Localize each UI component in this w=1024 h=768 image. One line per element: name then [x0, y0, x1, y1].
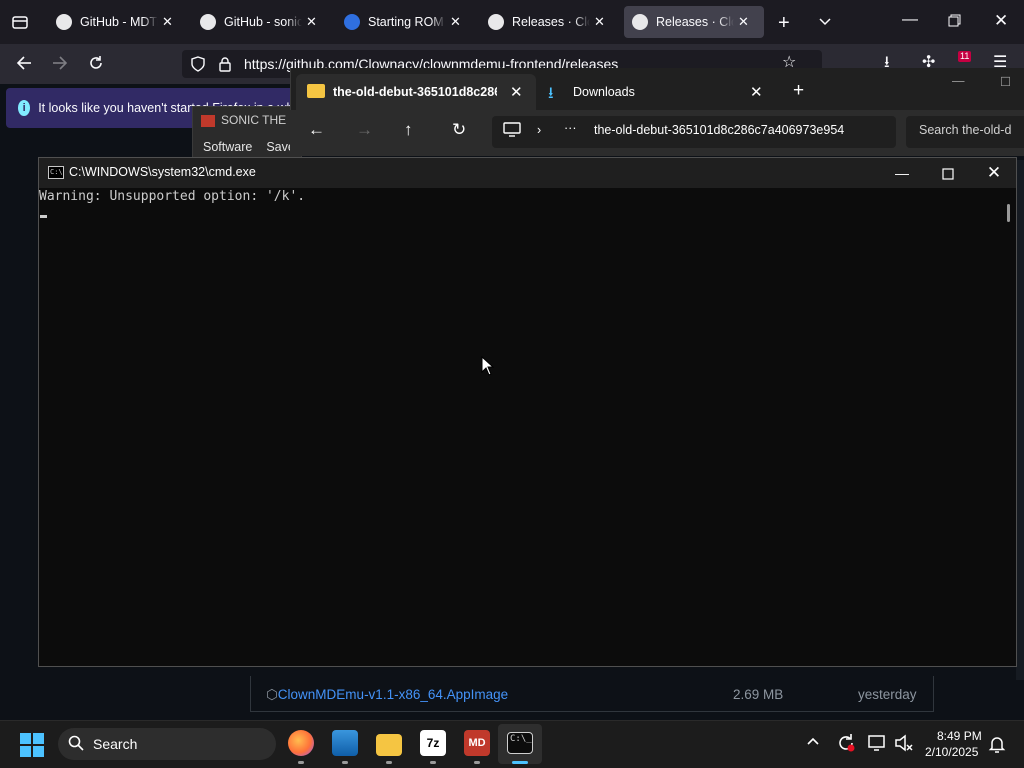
emulator-logo-icon: [201, 114, 215, 127]
mouse-pointer-icon: [481, 355, 495, 376]
console-output: Warning: Unsupported option: '/k'.: [39, 189, 306, 204]
photos-icon[interactable]: [332, 730, 358, 756]
explorer-address-text[interactable]: the-old-debut-365101d8c286c7a406973e954: [594, 123, 870, 137]
notification-bell-icon[interactable]: [988, 735, 1006, 756]
running-indicator: [430, 761, 436, 764]
explorer-search-placeholder[interactable]: Search the-old-d: [919, 123, 1011, 137]
volume-muted-icon[interactable]: [894, 734, 914, 755]
cmd-scrollbar[interactable]: [1002, 188, 1016, 666]
github-icon: [56, 14, 72, 30]
emulator-title-text: SONIC THE H: [221, 113, 299, 127]
close-icon[interactable]: ✕: [594, 14, 605, 30]
close-window-icon[interactable]: ✕: [994, 12, 1008, 29]
package-icon: ⬡: [266, 687, 278, 702]
download-icon: ⭳: [548, 85, 554, 102]
active-indicator: [512, 761, 528, 764]
reload-icon[interactable]: [88, 55, 104, 75]
maximize-icon[interactable]: ☐: [1000, 74, 1011, 89]
scrollbar-thumb[interactable]: [1007, 204, 1010, 222]
minimize-icon[interactable]: —: [952, 74, 965, 88]
firefox-tab-active[interactable]: Releases · Clowr ✕: [624, 6, 764, 38]
lock-icon[interactable]: [218, 56, 232, 76]
close-icon[interactable]: ✕: [306, 14, 317, 30]
sync-icon[interactable]: [836, 733, 856, 756]
asset-link[interactable]: ⬡ClownMDEmu-v1.1-x86_64.AppImage: [266, 687, 508, 703]
tab-label: GitHub - sonicre: [224, 15, 302, 29]
emulator-title: SONIC THE H: [201, 113, 298, 127]
new-tab-icon[interactable]: +: [778, 13, 790, 33]
cmd-console[interactable]: Warning: Unsupported option: '/k'.: [39, 188, 1001, 666]
text-cursor: [40, 215, 47, 218]
running-indicator: [474, 761, 480, 764]
shield-icon[interactable]: [190, 56, 206, 76]
ublock-badge[interactable]: 11: [958, 51, 972, 62]
running-indicator: [386, 761, 392, 764]
firefox-icon[interactable]: [288, 730, 314, 756]
list-tabs-icon[interactable]: [818, 14, 832, 32]
taskbar-search-box[interactable]: [58, 728, 276, 760]
running-indicator: [298, 761, 304, 764]
github-icon: [488, 14, 504, 30]
tab-label: Releases · Clowr: [512, 15, 590, 29]
asset-date: yesterday: [858, 687, 917, 702]
minimize-icon[interactable]: —: [879, 158, 925, 188]
explorer-tab-label[interactable]: the-old-debut-365101d8c286c: [333, 85, 497, 99]
more-icon[interactable]: ···: [564, 121, 577, 135]
clock-date[interactable]: 2/10/2025: [925, 745, 978, 759]
back-icon[interactable]: [16, 55, 32, 75]
md-emulator-icon[interactable]: MD: [464, 730, 490, 756]
firefox-tab[interactable]: Releases · Clowr ✕: [480, 6, 620, 38]
tab-label: Releases · Clowr: [656, 15, 734, 29]
close-icon[interactable]: ✕: [750, 83, 763, 101]
minimize-icon[interactable]: —: [902, 12, 918, 28]
refresh-icon[interactable]: ↻: [452, 120, 466, 140]
menu-software[interactable]: Software: [203, 140, 252, 154]
firefox-tab[interactable]: GitHub - sonicre ✕: [192, 6, 332, 38]
search-icon: [68, 735, 84, 754]
tab-label: GitHub - MDTre: [80, 15, 158, 29]
7zip-icon[interactable]: 7z: [420, 730, 446, 756]
github-icon: [200, 14, 216, 30]
close-icon[interactable]: ✕: [738, 14, 749, 30]
emulator-window[interactable]: SONIC THE H Software Save: [192, 106, 302, 158]
folder-icon: [307, 84, 325, 98]
this-pc-icon: [503, 122, 521, 141]
chevron-right-icon[interactable]: ›: [537, 123, 541, 137]
cmd-title-bar[interactable]: C:\ C:\WINDOWS\system32\cmd.exe — ✕: [39, 158, 1016, 188]
close-icon[interactable]: ✕: [510, 83, 523, 101]
page-scrollbar[interactable]: [1016, 160, 1024, 680]
github-icon: [632, 14, 648, 30]
firefox-tab[interactable]: Starting ROM Dr ✕: [336, 6, 476, 38]
up-icon[interactable]: ↑: [404, 120, 413, 140]
maximize-icon[interactable]: [925, 158, 971, 188]
info-icon: i: [18, 100, 31, 116]
network-icon[interactable]: [867, 734, 887, 755]
terminal-icon: C:\_: [507, 732, 533, 754]
cmd-window[interactable]: C:\ C:\WINDOWS\system32\cmd.exe — ✕ Warn…: [38, 157, 1017, 667]
tab-label: Starting ROM Dr: [368, 15, 446, 29]
explorer-tab-label[interactable]: Downloads: [573, 85, 635, 99]
cmd-icon: C:\: [48, 166, 64, 179]
clock-time[interactable]: 8:49 PM: [937, 729, 982, 743]
asset-name[interactable]: ClownMDEmu-v1.1-x86_64.AppImage: [278, 687, 508, 702]
forward-icon[interactable]: →: [356, 120, 373, 140]
close-icon[interactable]: ✕: [450, 14, 461, 30]
forward-icon[interactable]: [52, 55, 68, 75]
asset-size: 2.69 MB: [733, 687, 784, 702]
close-icon[interactable]: ✕: [971, 158, 1017, 188]
c-logo-icon: [344, 14, 360, 30]
desktop-screen: GitHub - MDTre ✕ GitHub - sonicre ✕ Star…: [0, 0, 1024, 768]
firefox-view-icon[interactable]: [12, 14, 28, 34]
taskbar-search-label[interactable]: Search: [93, 736, 137, 752]
firefox-tab[interactable]: GitHub - MDTre ✕: [48, 6, 188, 38]
restore-icon[interactable]: [948, 14, 961, 31]
file-explorer-icon[interactable]: [376, 734, 402, 756]
running-indicator: [342, 761, 348, 764]
chevron-up-icon[interactable]: [806, 734, 820, 751]
cmd-title: C:\WINDOWS\system32\cmd.exe: [69, 165, 256, 179]
close-icon[interactable]: ✕: [162, 14, 173, 30]
start-button[interactable]: [20, 733, 44, 757]
new-tab-icon[interactable]: +: [793, 80, 804, 102]
back-icon[interactable]: ←: [308, 120, 325, 140]
